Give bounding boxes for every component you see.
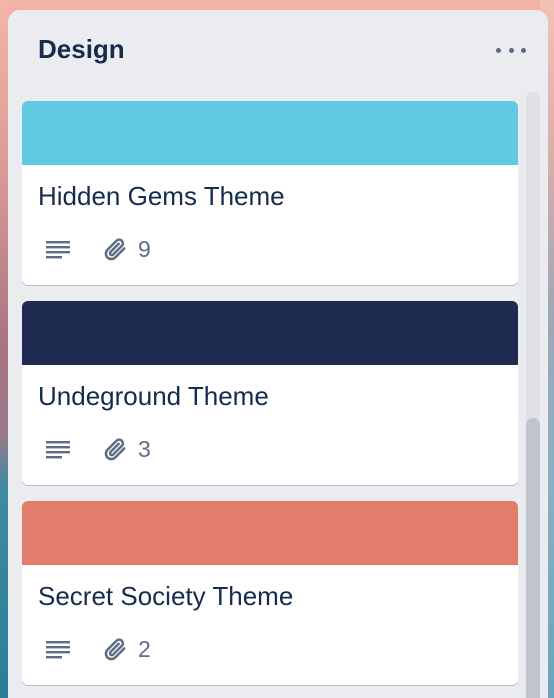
- card-secret-society-theme[interactable]: Secret Society Theme 2: [22, 501, 518, 685]
- design-list: Design Hidden Gems Theme 9 Undeground Th…: [8, 10, 548, 698]
- attachment-count: 3: [138, 436, 151, 462]
- description-lines-icon: [46, 241, 70, 259]
- card-hidden-gems-theme[interactable]: Hidden Gems Theme 9: [22, 101, 518, 285]
- description-lines-icon: [46, 441, 70, 459]
- card-title: Undeground Theme: [38, 381, 269, 411]
- description-lines-icon: [46, 641, 70, 659]
- paperclip-icon: [104, 638, 126, 661]
- card-cover: [22, 101, 518, 165]
- attachment-count: 2: [138, 636, 151, 662]
- paperclip-icon: [104, 238, 126, 261]
- list-header: Design: [8, 10, 548, 90]
- card-title: Secret Society Theme: [38, 581, 294, 611]
- card-cover: [22, 301, 518, 365]
- paperclip-icon: [104, 438, 126, 461]
- card-cover: [22, 501, 518, 565]
- scrollbar-thumb[interactable]: [526, 418, 540, 698]
- more-horizontal-icon[interactable]: [496, 40, 526, 60]
- card-title: Hidden Gems Theme: [38, 181, 285, 211]
- card-undeground-theme[interactable]: Undeground Theme 3: [22, 301, 518, 485]
- attachment-count: 9: [138, 236, 151, 262]
- list-title[interactable]: Design: [38, 34, 125, 65]
